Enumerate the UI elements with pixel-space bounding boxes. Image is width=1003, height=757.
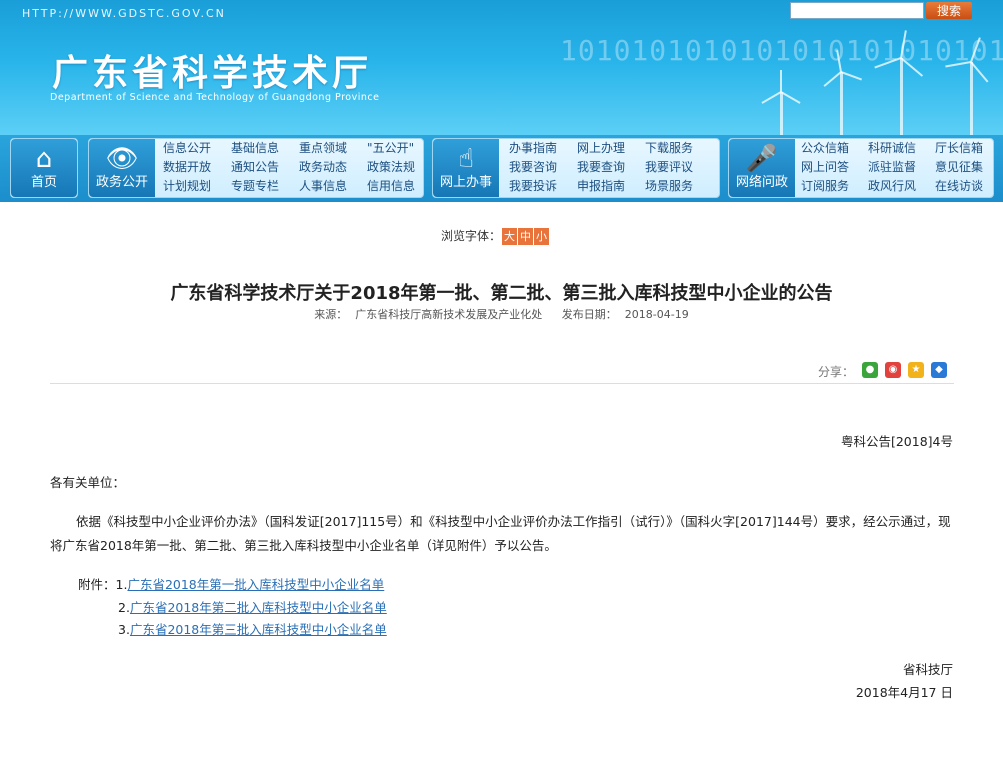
- share-label: 分享：: [818, 365, 855, 379]
- site-url: HTTP://WWW.GDSTC.GOV.CN: [22, 7, 226, 20]
- nav-gov-info-tile[interactable]: 👁 政务公开: [89, 139, 155, 197]
- nav-link[interactable]: 数据开放: [163, 158, 211, 177]
- source-label: 来源：: [314, 308, 348, 321]
- nav-group-network: 🎤 网络问政 公众信箱 网上问答 订阅服务 科研诚信 派驻监督 政风行风 厅长信…: [728, 138, 994, 198]
- site-banner: 1010101010101010101010101010 HTTP://WWW.…: [0, 0, 1003, 135]
- font-size-label: 浏览字体：: [441, 229, 502, 243]
- home-icon: ⌂: [35, 144, 53, 174]
- nav-link[interactable]: 场景服务: [645, 177, 693, 196]
- site-subtitle: Department of Science and Technology of …: [50, 92, 380, 103]
- nav-online-links: 办事指南 我要咨询 我要投诉 网上办理 我要查询 申报指南 下载服务 我要评议 …: [509, 139, 693, 196]
- wechat-share-icon[interactable]: ●: [862, 362, 878, 378]
- nav-link[interactable]: 下载服务: [645, 139, 693, 158]
- nav-link[interactable]: 办事指南: [509, 139, 557, 158]
- sign-date: 2018年4月17 日: [855, 685, 953, 700]
- nav-link[interactable]: 计划规划: [163, 177, 211, 196]
- nav-home-tile[interactable]: ⌂ 首页: [11, 139, 77, 197]
- date-label: 发布日期：: [561, 308, 617, 321]
- attachment-number: 2.: [118, 600, 130, 615]
- salutation: 各有关单位：: [50, 475, 126, 490]
- nav-network-tile[interactable]: 🎤 网络问政: [729, 139, 795, 197]
- signer: 省科技厅: [902, 662, 953, 677]
- search-input[interactable]: [790, 2, 924, 19]
- attachment-link[interactable]: 广东省2018年第三批入库科技型中小企业名单: [130, 622, 387, 637]
- nav-link[interactable]: 订阅服务: [801, 177, 849, 196]
- eye-icon: 👁: [105, 144, 139, 174]
- nav-link[interactable]: 网上办理: [577, 139, 625, 158]
- article-body: 依据《科技型中小企业评价办法》（国科发证[2017]115号）和《科技型中小企业…: [50, 514, 951, 553]
- nav-link[interactable]: 厅长信箱: [935, 139, 983, 158]
- banner-binary-decoration: 1010101010101010101010101010: [560, 34, 1003, 67]
- nav-link[interactable]: 信息公开: [163, 139, 211, 158]
- nav-link[interactable]: 政策法规: [367, 158, 415, 177]
- source-value: 广东省科技厅高新技术发展及产业化处: [355, 308, 543, 321]
- nav-link[interactable]: 基础信息: [231, 139, 279, 158]
- nav-gov-info-links: 信息公开 数据开放 计划规划 基础信息 通知公告 专题专栏 重点领域 政务动态 …: [163, 139, 415, 196]
- nav-home[interactable]: ⌂ 首页: [10, 138, 78, 198]
- attachment-number: 3.: [118, 622, 130, 637]
- nav-link[interactable]: 政务动态: [299, 158, 347, 177]
- nav-link[interactable]: 我要投诉: [509, 177, 557, 196]
- article-meta: 来源： 广东省科技厅高新技术发展及产业化处 发布日期： 2018-04-19: [0, 306, 1003, 322]
- nav-link[interactable]: 重点领域: [299, 139, 347, 158]
- attachment-link[interactable]: 广东省2018年第二批入库科技型中小企业名单: [130, 600, 387, 615]
- site-title: 广东省科学技术厅: [52, 53, 373, 94]
- nav-link[interactable]: 意见征集: [935, 158, 983, 177]
- font-size-small-button[interactable]: 小: [534, 228, 550, 245]
- nav-link[interactable]: 信用信息: [367, 177, 415, 196]
- nav-link[interactable]: 我要评议: [645, 158, 693, 177]
- font-size-medium-button[interactable]: 中: [518, 228, 534, 245]
- nav-link[interactable]: 网上问答: [801, 158, 849, 177]
- font-size-selector: 浏览字体：大中小: [441, 227, 550, 245]
- attachment-number: 1.: [115, 577, 128, 592]
- nav-link[interactable]: 专题专栏: [231, 177, 279, 196]
- nav-home-label: 首页: [30, 175, 57, 190]
- document-number: 粤科公告[2018]4号: [840, 434, 953, 449]
- nav-link[interactable]: 政风行风: [868, 177, 916, 196]
- nav-online-label: 网上办事: [439, 175, 492, 190]
- header-divider: [50, 383, 954, 384]
- nav-online-tile[interactable]: ☝ 网上办事: [433, 139, 499, 197]
- nav-link[interactable]: "五公开": [367, 139, 415, 158]
- date-value: 2018-04-19: [624, 308, 689, 321]
- nav-link[interactable]: 申报指南: [577, 177, 625, 196]
- microphone-icon: 🎤: [745, 144, 779, 174]
- nav-link[interactable]: 科研诚信: [868, 139, 916, 158]
- nav-link[interactable]: 公众信箱: [801, 139, 849, 158]
- nav-group-gov-info: 👁 政务公开 信息公开 数据开放 计划规划 基础信息 通知公告 专题专栏 重点领…: [88, 138, 424, 198]
- attachment-item: 3.广东省2018年第三批入库科技型中小企业名单: [118, 619, 387, 638]
- nav-link[interactable]: 在线访谈: [935, 177, 983, 196]
- nav-link[interactable]: 通知公告: [231, 158, 279, 177]
- qq-share-icon[interactable]: ◆: [931, 362, 947, 378]
- attachment-link[interactable]: 广东省2018年第一批入库科技型中小企业名单: [127, 577, 384, 592]
- main-nav: ⌂ 首页 👁 政务公开 信息公开 数据开放 计划规划 基础信息 通知公告 专题专…: [0, 135, 1003, 202]
- attachment-item: 附件：1.广东省2018年第一批入库科技型中小企业名单: [78, 574, 384, 593]
- weibo-share-icon[interactable]: ◉: [885, 362, 901, 378]
- nav-group-online-services: ☝ 网上办事 办事指南 我要咨询 我要投诉 网上办理 我要查询 申报指南 下载服…: [432, 138, 720, 198]
- nav-link[interactable]: 我要咨询: [509, 158, 557, 177]
- search-button[interactable]: 搜索: [926, 2, 972, 19]
- nav-link[interactable]: 派驻监督: [868, 158, 916, 177]
- attachments-label: 附件：: [78, 577, 116, 592]
- nav-link[interactable]: 我要查询: [577, 158, 625, 177]
- font-size-large-button[interactable]: 大: [502, 228, 518, 245]
- nav-network-links: 公众信箱 网上问答 订阅服务 科研诚信 派驻监督 政风行风 厅长信箱 意见征集 …: [801, 139, 983, 196]
- nav-link[interactable]: 人事信息: [299, 177, 347, 196]
- nav-network-label: 网络问政: [735, 175, 788, 190]
- nav-gov-info-label: 政务公开: [95, 175, 148, 190]
- qzone-share-icon[interactable]: ★: [908, 362, 924, 378]
- attachment-item: 2.广东省2018年第二批入库科技型中小企业名单: [118, 597, 387, 616]
- touch-hand-icon: ☝: [458, 144, 474, 174]
- article-title: 广东省科学技术厅关于2018年第一批、第二批、第三批入库科技型中小企业的公告: [170, 283, 833, 304]
